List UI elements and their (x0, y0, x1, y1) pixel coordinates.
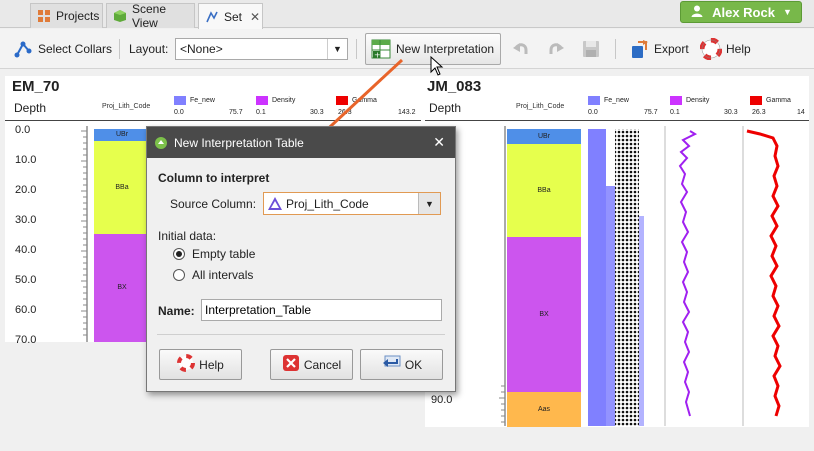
source-column-label: Source Column: (170, 197, 257, 211)
radio-all-intervals[interactable] (173, 269, 185, 281)
lifebuoy-icon (177, 354, 196, 375)
radio-empty-table-label[interactable]: Empty table (192, 247, 255, 261)
category-column-icon (267, 196, 283, 212)
enter-arrow-icon (381, 355, 401, 374)
initial-data-label: Initial data: (158, 229, 217, 243)
ok-label: OK (404, 357, 423, 372)
source-column-select[interactable]: Proj_Lith_Code ▼ (263, 192, 441, 215)
radio-all-intervals-label[interactable]: All intervals (192, 268, 253, 282)
cancel-label: Cancel (303, 357, 342, 372)
radio-empty-table[interactable] (173, 248, 185, 260)
help-button[interactable]: Help (159, 349, 242, 380)
dialog-title: New Interpretation Table (174, 135, 304, 150)
help-label: Help (199, 357, 224, 372)
cancel-button[interactable]: Cancel (270, 349, 353, 380)
chevron-down-icon: ▼ (418, 193, 440, 214)
name-label: Name: (158, 304, 195, 318)
close-icon[interactable]: ✕ (433, 134, 445, 151)
cancel-icon (282, 354, 300, 375)
source-column-value: Proj_Lith_Code (286, 196, 369, 211)
section-heading: Column to interpret (158, 171, 270, 185)
new-interpretation-dialog: New Interpretation Table ✕ Column to int… (146, 126, 456, 392)
interpretation-icon (154, 136, 168, 150)
dialog-divider (157, 334, 445, 335)
ok-button[interactable]: OK (360, 349, 443, 380)
dialog-titlebar: New Interpretation Table ✕ (147, 127, 455, 158)
mouse-cursor-icon (430, 56, 444, 76)
name-input[interactable] (201, 299, 442, 321)
